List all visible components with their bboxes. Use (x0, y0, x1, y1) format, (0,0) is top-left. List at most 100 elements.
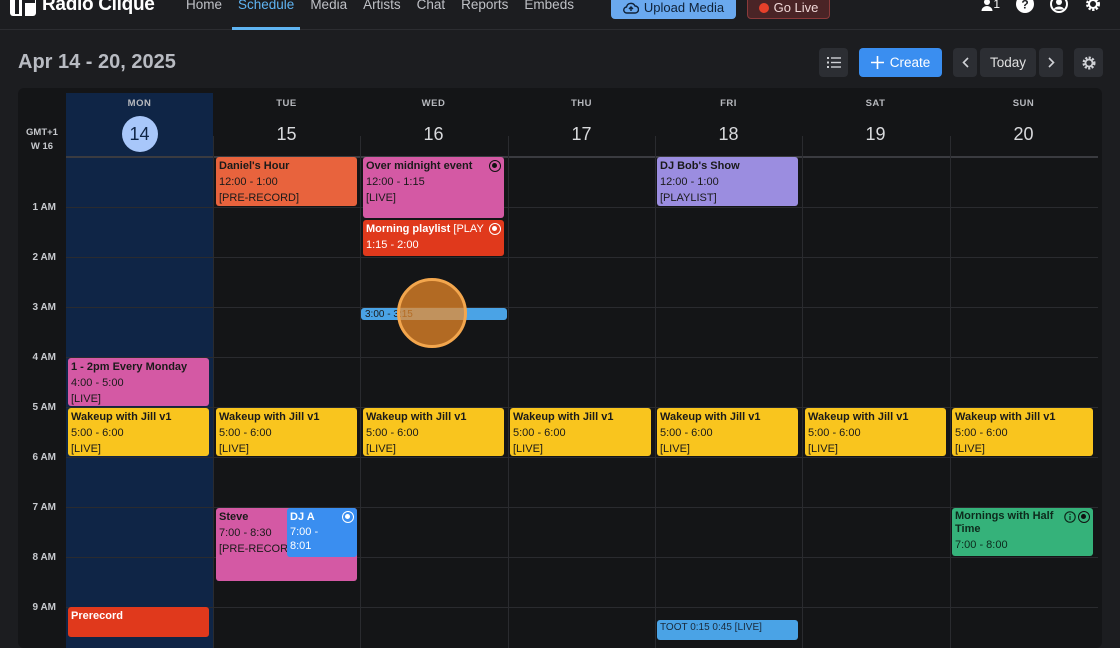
list-view-button[interactable] (819, 48, 848, 77)
day-header-mon[interactable]: MON 14 (66, 88, 213, 156)
event-title: Wakeup with Jill v1 (660, 411, 761, 423)
app-name: Radio Clique (42, 0, 155, 15)
nav-chat[interactable]: Chat (409, 0, 454, 30)
event-title: Morning playlist (366, 223, 451, 235)
grid-line (66, 207, 1098, 208)
day-of-week: MON (127, 98, 152, 109)
nav-embeds[interactable]: Embeds (516, 0, 582, 30)
event-wakeup-wed[interactable]: Wakeup with Jill v1 5:00 - 6:00 [LIVE] (363, 408, 504, 456)
account-button[interactable] (1050, 0, 1068, 14)
top-icon-group: 1 ? (981, 0, 1102, 14)
event-tag: [LIVE] (955, 443, 985, 455)
event-tag: [PLAYLIST] (660, 192, 717, 204)
day-header-sun[interactable]: SUN 20 (950, 88, 1097, 156)
create-button[interactable]: Create (859, 48, 942, 77)
event-title: Prerecord (71, 610, 123, 622)
day-of-week: FRI (720, 98, 737, 109)
go-live-button[interactable]: Go Live (747, 0, 830, 19)
chevron-right-icon (1047, 57, 1055, 68)
grid-line (66, 257, 1098, 258)
event-dj-bob[interactable]: DJ Bob's Show 12:00 - 1:00 [PLAYLIST] (657, 157, 798, 206)
nav-reports[interactable]: Reports (453, 0, 516, 30)
event-time: 5:00 - 6:00 (808, 427, 861, 439)
event-text: TOOT 0:15 0:45 [LIVE] (660, 622, 762, 633)
nav-home[interactable]: Home (178, 0, 230, 30)
day-header-wed[interactable]: WED 16 (360, 88, 507, 156)
event-wakeup-sat[interactable]: Wakeup with Jill v1 5:00 - 6:00 [LIVE] (805, 408, 946, 456)
event-time: 1:15 - 2:00 (366, 239, 419, 251)
day-header-fri[interactable]: FRI 18 (655, 88, 802, 156)
event-daniels-hour[interactable]: Daniel's Hour 12:00 - 1:00 [PRE-RECORD] (216, 157, 357, 206)
event-wakeup-fri[interactable]: Wakeup with Jill v1 5:00 - 6:00 [LIVE] (657, 408, 798, 456)
event-wakeup-thu[interactable]: Wakeup with Jill v1 5:00 - 6:00 [LIVE] (510, 408, 651, 456)
day-of-week: SUN (1012, 98, 1035, 109)
event-tag: [PRE-RECORD] (219, 192, 300, 204)
event-title: Wakeup with Jill v1 (71, 411, 172, 423)
day-number: 15 (276, 124, 297, 144)
event-morning-playlist[interactable]: Morning playlist [PLAY 1:15 - 2:00 (363, 220, 504, 256)
day-header-tue[interactable]: TUE 15 (213, 88, 360, 156)
upload-media-label: Upload Media (643, 0, 725, 15)
event-time: 7:00 - 8:00 (955, 539, 1008, 551)
event-wakeup-sun[interactable]: Wakeup with Jill v1 5:00 - 6:00 [LIVE] (952, 408, 1093, 456)
event-over-midnight[interactable]: Over midnight event 12:00 - 1:15 [LIVE] (363, 157, 504, 218)
event-title: Wakeup with Jill v1 (366, 411, 467, 423)
column-divider (802, 136, 803, 648)
grid-line (66, 607, 1098, 608)
live-status-icon (489, 223, 501, 235)
event-every-monday[interactable]: 1 - 2pm Every Monday 4:00 - 5:00 [LIVE] (68, 358, 209, 406)
event-time: 5:00 - 6:00 (513, 427, 566, 439)
event-time: 7:00 - (290, 526, 319, 538)
today-label: Today (989, 55, 1027, 70)
prev-week-button[interactable] (953, 48, 977, 77)
hour-label: 8 AM (32, 552, 56, 563)
go-live-label: Go Live (773, 0, 819, 15)
event-title: Wakeup with Jill v1 (955, 411, 1056, 423)
plus-icon (870, 56, 884, 69)
event-time: 5:00 - 6:00 (366, 427, 419, 439)
event-title: Wakeup with Jill v1 (219, 411, 320, 423)
hour-label: 6 AM (32, 452, 56, 463)
event-fri-bottom[interactable]: TOOT 0:15 0:45 [LIVE] (657, 620, 798, 640)
hour-label: 2 AM (32, 252, 56, 263)
column-divider (213, 136, 214, 648)
live-status-icon (489, 160, 501, 172)
list-icon (826, 57, 841, 68)
day-of-week: THU (570, 98, 593, 109)
grid-line (66, 307, 1098, 308)
settings-button[interactable] (1084, 0, 1102, 14)
nav-schedule[interactable]: Schedule (230, 0, 302, 30)
event-time: 5:00 - 6:00 (955, 427, 1008, 439)
listeners-button[interactable]: 1 (981, 0, 1000, 14)
app-logo[interactable]: Radio Clique (10, 0, 155, 20)
event-time: 5:00 - 6:00 (660, 427, 713, 439)
cloud-upload-icon (622, 2, 639, 14)
day-header-thu[interactable]: THU 17 (508, 88, 655, 156)
event-tag: [LIVE] (71, 443, 101, 455)
nav-media[interactable]: Media (302, 0, 355, 30)
event-mornings-half-time[interactable]: Mornings with Half Time 7:00 - 8:00 (952, 508, 1093, 556)
event-time-end: 8:01 (290, 540, 312, 552)
timezone-label: GMT+1 W 16 (18, 126, 66, 154)
nav-artists[interactable]: Artists (355, 0, 409, 30)
day-header-sat[interactable]: SAT 19 (802, 88, 949, 156)
live-status-icon (1078, 511, 1090, 523)
day-number: 17 (571, 124, 592, 144)
event-tag: [LIVE] (219, 443, 249, 455)
upload-media-button[interactable]: Upload Media (611, 0, 736, 19)
event-wakeup-mon[interactable]: Wakeup with Jill v1 5:00 - 6:00 [LIVE] (68, 408, 209, 456)
grid-line (66, 457, 1098, 458)
drag-cursor-indicator (397, 278, 467, 348)
event-wakeup-tue[interactable]: Wakeup with Jill v1 5:00 - 6:00 [LIVE] (216, 408, 357, 456)
calendar-settings-button[interactable] (1074, 48, 1103, 77)
help-icon: ? (1016, 0, 1034, 13)
event-title: DJ Bob's Show (660, 160, 740, 172)
next-week-button[interactable] (1039, 48, 1063, 77)
help-button[interactable]: ? (1016, 0, 1034, 14)
column-divider (360, 136, 361, 648)
event-tag: [LIVE] (366, 192, 396, 204)
column-divider (655, 136, 656, 648)
event-dj-a[interactable]: DJ A 7:00 - 8:01 (287, 508, 357, 557)
today-button[interactable]: Today (980, 48, 1036, 77)
event-prerecord[interactable]: Prerecord (68, 607, 209, 637)
